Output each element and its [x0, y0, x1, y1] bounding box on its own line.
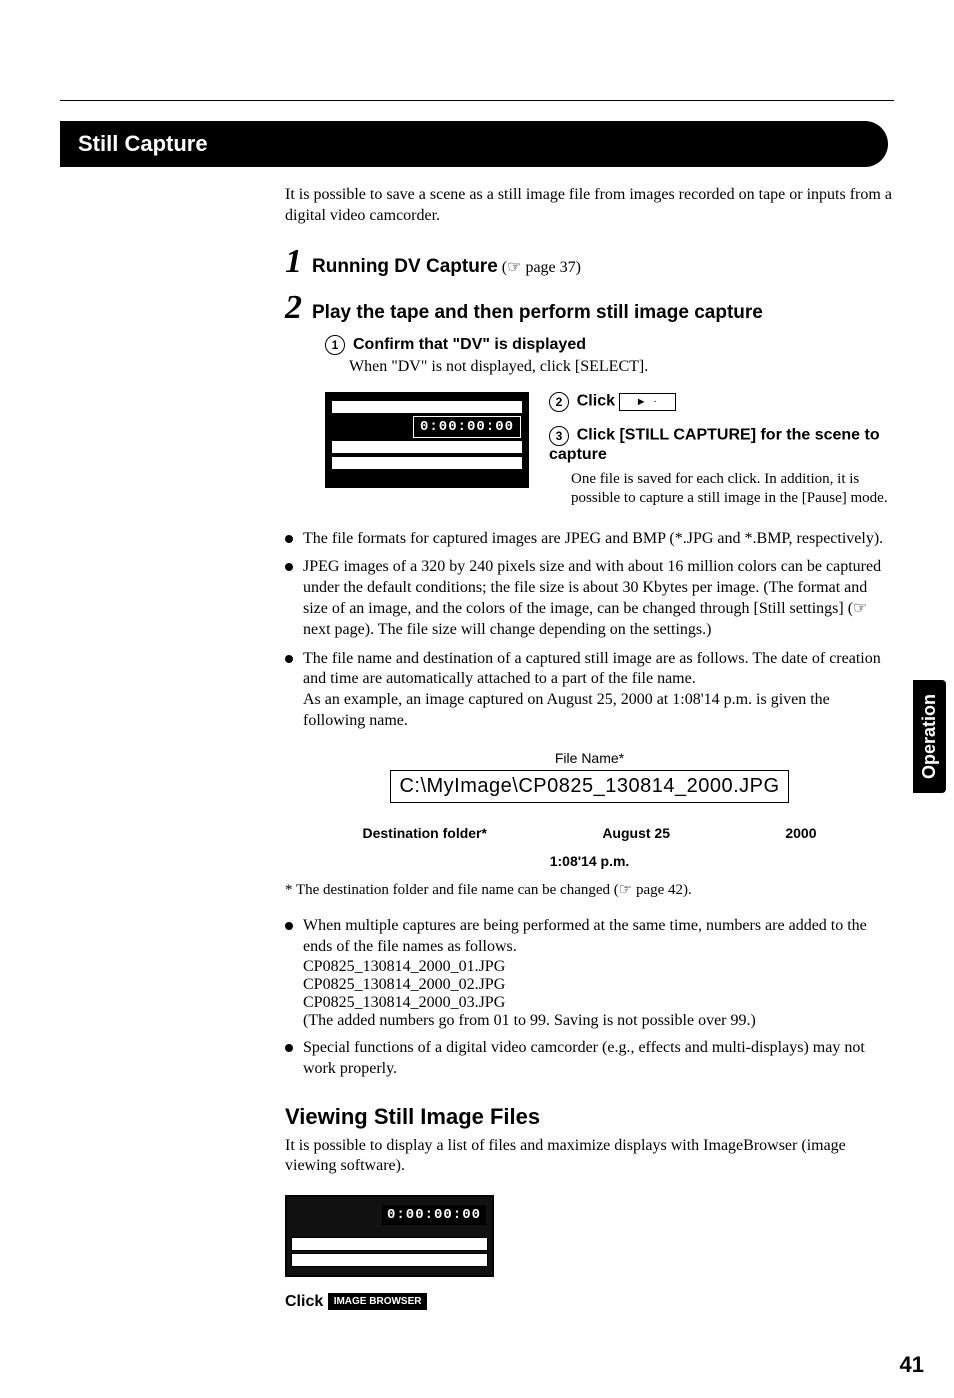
circled-2-icon: 2	[549, 392, 569, 412]
viewing-paragraph: It is possible to display a list of file…	[285, 1136, 894, 1178]
intro-paragraph: It is possible to save a scene as a stil…	[285, 185, 894, 227]
step-1-ref: (☞ page 37)	[502, 259, 581, 276]
example-file-2: CP0825_130814_2000_02.JPG	[303, 976, 894, 994]
bullet-b1: When multiple captures are being perform…	[285, 916, 894, 1030]
substep-3-body: One file is saved for each click. In add…	[571, 470, 894, 509]
click-label: Click	[285, 1293, 323, 1310]
timecode-readout: 0:00:00:00	[413, 416, 521, 438]
play-button-graphic: ► ·	[619, 393, 676, 411]
section-title-pill: Still Capture	[60, 121, 888, 167]
image-browser-button-graphic: IMAGE BROWSER	[328, 1293, 428, 1310]
step-2-number: 2	[285, 291, 302, 325]
timecode-readout-2: 0:00:00:00	[382, 1205, 486, 1225]
bullet-a2: JPEG images of a 320 by 240 pixels size …	[285, 557, 894, 640]
click-image-browser-line: Click IMAGE BROWSER	[285, 1293, 894, 1311]
bullet-b2: Special functions of a digital video cam…	[285, 1038, 894, 1080]
bullet-a1: The file formats for captured images are…	[285, 529, 894, 550]
substep-1-head: Confirm that "DV" is displayed	[353, 336, 586, 353]
example-file-3: CP0825_130814_2000_03.JPG	[303, 994, 894, 1012]
dv-capture-panel-figure: 0:00:00:00	[325, 392, 529, 488]
bullet-a3-text: The file name and destination of a captu…	[303, 650, 881, 688]
step-2-heading: Play the tape and then perform still ima…	[312, 302, 763, 325]
filename-date-label: August 25	[602, 825, 670, 841]
filename-example: C:\MyImage\CP0825_130814_2000.JPG	[390, 770, 788, 803]
substep-3-head: Click [STILL CAPTURE] for the scene to c…	[549, 427, 880, 464]
circled-1-icon: 1	[325, 335, 345, 355]
viewing-heading: Viewing Still Image Files	[285, 1106, 894, 1128]
section-side-tab: Operation	[913, 680, 946, 793]
example-file-note: (The added numbers go from 01 to 99. Sav…	[303, 1012, 894, 1030]
filename-dest-label: Destination folder*	[363, 825, 487, 841]
dv-capture-figure-row: 0:00:00:00 2 Click ► · 3 Click [STILL CA…	[325, 392, 894, 513]
notes-list-a: The file formats for captured images are…	[285, 529, 894, 732]
step-1-number: 1	[285, 245, 302, 279]
step-2: 2 Play the tape and then perform still i…	[285, 291, 894, 325]
control-panel-figure-2: 0:00:00:00	[285, 1195, 494, 1277]
step-1: 1 Running DV Capture (☞ page 37)	[285, 245, 894, 279]
bullet-a3: The file name and destination of a captu…	[285, 649, 894, 732]
bullet-b1-text: When multiple captures are being perform…	[303, 917, 867, 955]
notes-list-b: When multiple captures are being perform…	[285, 916, 894, 1079]
top-rule	[60, 100, 894, 101]
circled-3-icon: 3	[549, 426, 569, 446]
filename-year-label: 2000	[785, 825, 816, 841]
page-number: 41	[900, 1352, 924, 1378]
substep-1: 1 Confirm that "DV" is displayed When "D…	[325, 335, 894, 379]
filename-top-label: File Name*	[355, 750, 825, 770]
section-title: Still Capture	[78, 131, 208, 156]
figure-callouts: 2 Click ► · 3 Click [STILL CAPTURE] for …	[549, 392, 894, 513]
footnote: * The destination folder and file name c…	[285, 881, 894, 901]
step-1-heading: Running DV Capture	[312, 256, 498, 277]
filename-time-label: 1:08'14 p.m.	[355, 853, 825, 869]
filename-diagram: File Name* C:\MyImage\CP0825_130814_2000…	[355, 750, 825, 869]
example-file-1: CP0825_130814_2000_01.JPG	[303, 958, 894, 976]
substep-1-body: When "DV" is not displayed, click [SELEC…	[349, 357, 894, 378]
substep-2-head: Click	[577, 393, 615, 410]
bullet-a3-cont: As an example, an image captured on Augu…	[303, 691, 830, 729]
